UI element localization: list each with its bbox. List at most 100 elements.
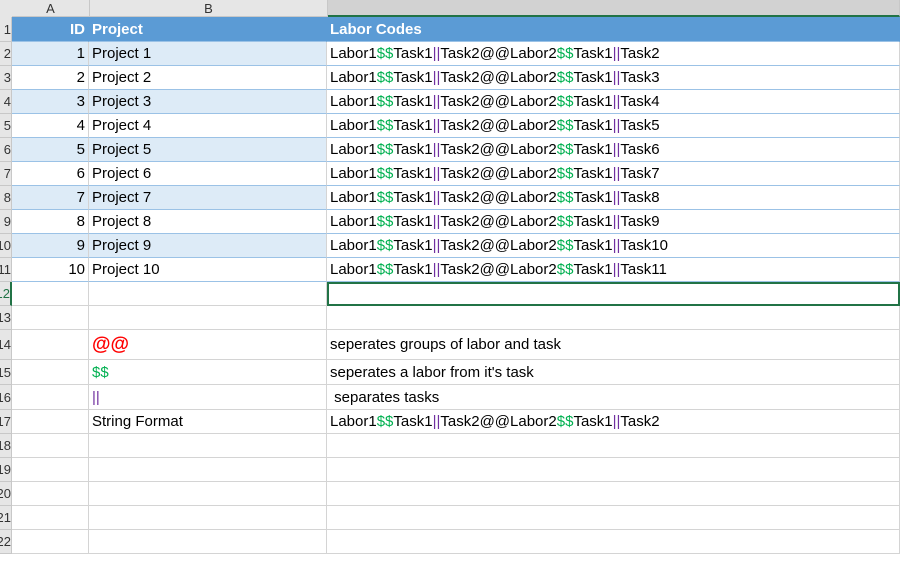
legend-symbol[interactable]: $$ (89, 360, 327, 385)
cell[interactable] (327, 434, 900, 458)
labor-codes-cell[interactable]: Labor1 $$ Task1 || Task2@@Labor2 $$ Task1 || Tas… (327, 42, 900, 66)
cell[interactable] (89, 434, 327, 458)
labor-codes-cell[interactable]: Labor1 $$ Task1 || Task2@@Labor2 $$ Task1 || Tas… (327, 114, 900, 138)
row-header[interactable]: 22 (0, 530, 12, 554)
row-header[interactable]: 3 (0, 66, 12, 90)
header-project[interactable]: Project (89, 17, 327, 42)
header-labor-codes[interactable]: Labor Codes (327, 17, 900, 42)
cell[interactable] (12, 306, 89, 330)
id-cell[interactable]: 5 (12, 138, 89, 162)
id-cell[interactable]: 10 (12, 258, 89, 282)
id-cell[interactable]: 2 (12, 66, 89, 90)
cell[interactable] (12, 530, 89, 554)
row-header[interactable]: 6 (0, 138, 12, 162)
labor-codes-cell[interactable]: Labor1 $$ Task1 || Task2@@Labor2 $$ Task1 || Tas… (327, 258, 900, 282)
cell[interactable] (12, 458, 89, 482)
row-header[interactable]: 19 (0, 458, 12, 482)
cell[interactable] (327, 506, 900, 530)
cell[interactable] (12, 385, 89, 410)
project-cell[interactable]: Project 6 (89, 162, 327, 186)
project-cell[interactable]: Project 7 (89, 186, 327, 210)
cell[interactable] (12, 360, 89, 385)
labor-codes-cell[interactable]: Labor1 $$ Task1 || Task2@@Labor2 $$ Task1 || Tas… (327, 234, 900, 258)
cell[interactable] (12, 330, 89, 360)
table-row (12, 434, 900, 458)
column-header-c[interactable] (328, 0, 900, 17)
labor-codes-cell[interactable]: Labor1 $$ Task1 || Task2@@Labor2 $$ Task1 || Tas… (327, 186, 900, 210)
cell[interactable] (89, 506, 327, 530)
labor-separator: $$ (376, 117, 394, 134)
cell[interactable] (89, 530, 327, 554)
row-header[interactable]: 2 (0, 42, 12, 66)
legend-description[interactable]: separates tasks (327, 385, 900, 410)
format-value[interactable]: Labor1 $$ Task1 || Task2@@Labor2 $$ Task1 || Tas… (327, 410, 900, 434)
row-header[interactable]: 8 (0, 186, 12, 210)
row-header[interactable]: 10 (0, 234, 12, 258)
cell[interactable] (12, 282, 89, 306)
id-cell[interactable]: 6 (12, 162, 89, 186)
project-cell[interactable]: Project 1 (89, 42, 327, 66)
row-header[interactable]: 20 (0, 482, 12, 506)
row-header[interactable]: 16 (0, 385, 12, 410)
code-text: Labor1 (330, 69, 377, 86)
column-header-a[interactable]: A (12, 0, 90, 17)
row-header[interactable]: 15 (0, 360, 12, 385)
row-header[interactable]: 11 (0, 258, 12, 282)
code-text: Task2 (620, 413, 660, 430)
id-cell[interactable]: 9 (12, 234, 89, 258)
labor-codes-cell[interactable]: Labor1 $$ Task1 || Task2@@Labor2 $$ Task1 || Tas… (327, 90, 900, 114)
labor-codes-cell[interactable]: Labor1 $$ Task1 || Task2@@Labor2 $$ Task1 || Tas… (327, 162, 900, 186)
cell[interactable] (327, 306, 900, 330)
id-cell[interactable]: 3 (12, 90, 89, 114)
id-cell[interactable]: 7 (12, 186, 89, 210)
column-header-b[interactable]: B (90, 0, 328, 17)
project-cell[interactable]: Project 5 (89, 138, 327, 162)
project-cell[interactable]: Project 9 (89, 234, 327, 258)
task-separator: || (432, 45, 441, 62)
cell[interactable] (89, 306, 327, 330)
id-cell[interactable]: 8 (12, 210, 89, 234)
labor-codes-cell[interactable]: Labor1 $$ Task1 || Task2@@Labor2 $$ Task1 || Tas… (327, 210, 900, 234)
project-cell[interactable]: Project 4 (89, 114, 327, 138)
active-cell[interactable] (327, 282, 900, 306)
row-header[interactable]: 9 (0, 210, 12, 234)
table-row: 3 Project 3 Labor1 $$ Task1 || Task2@@Labor2 $$… (12, 90, 900, 114)
format-label[interactable]: String Format (89, 410, 327, 434)
row-header[interactable]: 21 (0, 506, 12, 530)
task-separator: || (612, 141, 621, 158)
labor-codes-cell[interactable]: Labor1 $$ Task1 || Task2@@Labor2 $$ Task1 || Tas… (327, 138, 900, 162)
legend-description[interactable]: seperates a labor from it's task (327, 360, 900, 385)
row-header[interactable]: 12 (0, 282, 12, 306)
cell[interactable] (12, 434, 89, 458)
row-header[interactable]: 5 (0, 114, 12, 138)
header-id[interactable]: ID (12, 17, 89, 42)
project-cell[interactable]: Project 8 (89, 210, 327, 234)
cell[interactable] (89, 458, 327, 482)
cell[interactable] (12, 410, 89, 434)
project-cell[interactable]: Project 2 (89, 66, 327, 90)
row-header[interactable]: 18 (0, 434, 12, 458)
row-header[interactable]: 14 (0, 330, 12, 360)
legend-symbol[interactable]: @@ (89, 330, 327, 360)
project-cell[interactable]: Project 10 (89, 258, 327, 282)
legend-description[interactable]: seperates groups of labor and task (327, 330, 900, 360)
cell[interactable] (89, 282, 327, 306)
project-cell[interactable]: Project 3 (89, 90, 327, 114)
cell[interactable] (89, 482, 327, 506)
cell[interactable] (327, 458, 900, 482)
row-header[interactable]: 1 (0, 17, 12, 42)
cell[interactable] (12, 482, 89, 506)
cell[interactable] (12, 506, 89, 530)
labor-separator: $$ (376, 45, 394, 62)
row-header[interactable]: 4 (0, 90, 12, 114)
row-header[interactable]: 17 (0, 410, 12, 434)
task-separator: || (612, 413, 621, 430)
legend-symbol[interactable]: || (89, 385, 327, 410)
cell[interactable] (327, 530, 900, 554)
labor-codes-cell[interactable]: Labor1 $$ Task1 || Task2@@Labor2 $$ Task1 || Tas… (327, 66, 900, 90)
cell[interactable] (327, 482, 900, 506)
row-header[interactable]: 13 (0, 306, 12, 330)
id-cell[interactable]: 4 (12, 114, 89, 138)
row-header[interactable]: 7 (0, 162, 12, 186)
id-cell[interactable]: 1 (12, 42, 89, 66)
